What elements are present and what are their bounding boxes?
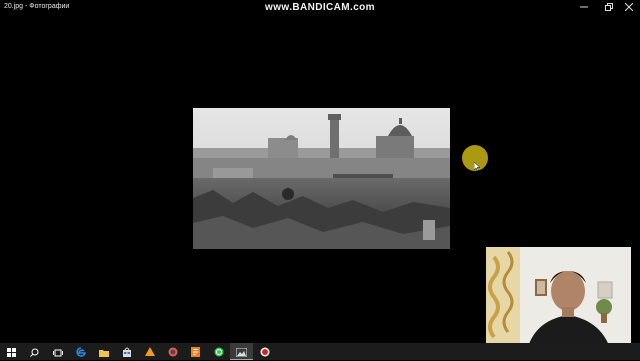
record-icon bbox=[260, 342, 270, 361]
minimize-button[interactable] bbox=[573, 0, 595, 16]
edge-icon bbox=[75, 342, 86, 361]
restore-icon bbox=[605, 3, 613, 13]
photos-icon bbox=[235, 342, 248, 361]
document-app-icon bbox=[191, 342, 200, 361]
photos-button[interactable] bbox=[230, 343, 253, 360]
store-button[interactable] bbox=[115, 343, 138, 360]
bandicam-watermark: www.BANDICAM.com bbox=[265, 2, 375, 13]
file-explorer-button[interactable] bbox=[92, 343, 115, 360]
windows-logo-icon bbox=[7, 342, 16, 361]
store-icon bbox=[122, 342, 132, 361]
minimize-icon bbox=[580, 3, 588, 13]
chat-icon bbox=[214, 342, 224, 361]
search-icon bbox=[30, 342, 39, 361]
title-bar: 20.jpg - Фотографии www.BANDICAM.com bbox=[0, 0, 640, 16]
bandicam-button[interactable] bbox=[253, 343, 276, 360]
mouse-pointer-icon bbox=[473, 156, 481, 175]
edge-button[interactable] bbox=[69, 343, 92, 360]
orange-app-icon bbox=[144, 342, 155, 361]
close-icon bbox=[624, 2, 634, 13]
whatsapp-button[interactable] bbox=[207, 343, 230, 360]
displayed-photo[interactable] bbox=[193, 108, 450, 249]
close-button[interactable] bbox=[618, 0, 640, 16]
task-view-button[interactable] bbox=[46, 343, 69, 360]
taskbar bbox=[0, 343, 640, 360]
app-doc-button[interactable] bbox=[184, 343, 207, 360]
task-view-icon bbox=[52, 342, 63, 361]
presenter-video bbox=[486, 247, 631, 355]
folder-icon bbox=[98, 342, 109, 361]
webcam-overlay: ©ЧИНОРОБИ bbox=[486, 247, 631, 355]
restore-button[interactable] bbox=[598, 0, 620, 16]
start-button[interactable] bbox=[0, 343, 23, 360]
firefox-icon bbox=[168, 342, 178, 361]
firefox-button[interactable] bbox=[161, 343, 184, 360]
app-orange-button[interactable] bbox=[138, 343, 161, 360]
search-button[interactable] bbox=[23, 343, 46, 360]
historic-city-photo bbox=[193, 108, 450, 249]
